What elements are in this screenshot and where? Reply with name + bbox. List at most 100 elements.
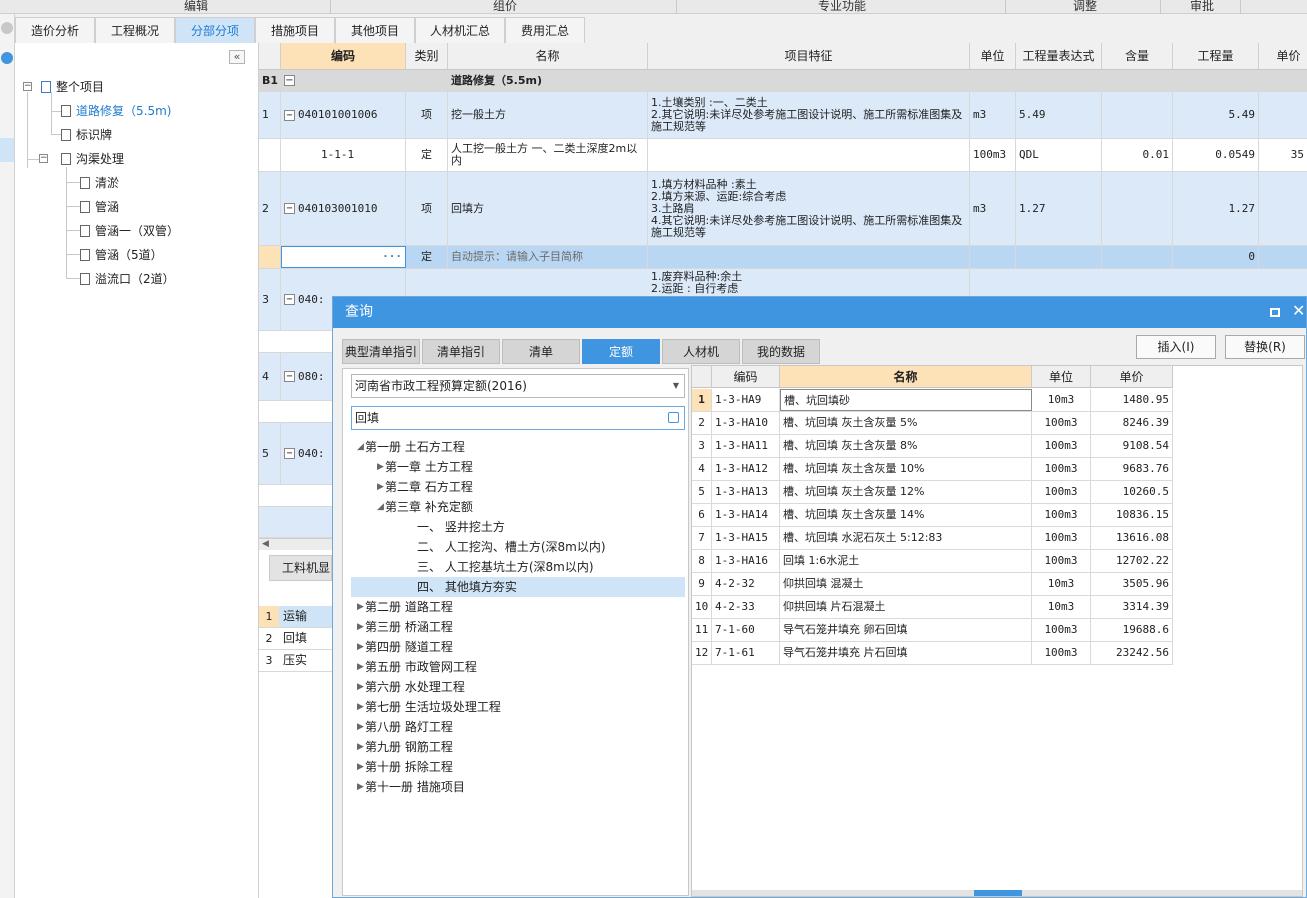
result-price[interactable]: 3314.39 <box>1091 596 1173 618</box>
result-unit[interactable]: 100m3 <box>1032 504 1091 526</box>
caret-right-icon[interactable]: ▶ <box>357 697 364 717</box>
results-scrollbar[interactable] <box>692 890 1302 896</box>
tab-my-data[interactable]: 我的数据 <box>742 339 820 364</box>
caret-expanded-icon[interactable]: ◢ <box>377 497 384 517</box>
result-code[interactable]: 4-2-33 <box>712 596 780 618</box>
check-circle-icon[interactable] <box>1 52 13 64</box>
category-item[interactable]: ▶ 第二章 石方工程 <box>351 477 685 497</box>
table-row[interactable]: 4 1-3-HA12 槽、坑回填 灰土含灰量 10% 100m3 9683.76 <box>692 458 1173 481</box>
caret-right-icon[interactable]: ▶ <box>357 597 364 617</box>
result-price[interactable]: 3505.96 <box>1091 573 1173 595</box>
result-name[interactable]: 槽、坑回填 灰土含灰量 10% <box>780 458 1032 480</box>
result-code[interactable]: 1-3-HA14 <box>712 504 780 526</box>
chevron-down-icon[interactable]: ▼ <box>673 375 679 397</box>
grid-header-quantity[interactable]: 工程量 <box>1173 43 1259 70</box>
result-name[interactable]: 导气石笼井填充 卵石回填 <box>780 619 1032 641</box>
result-unit[interactable]: 100m3 <box>1032 435 1091 457</box>
tab-cost-analysis[interactable]: 造价分析 <box>15 17 95 43</box>
tree-item-culvert-double[interactable]: 管涵一（双管） <box>80 221 179 241</box>
caret-right-icon[interactable]: ▶ <box>357 617 364 637</box>
tree-item-dredging[interactable]: 清淤 <box>80 173 119 193</box>
grid-header-feature[interactable]: 项目特征 <box>648 43 970 70</box>
table-row[interactable]: 5 1-3-HA13 槽、坑回填 灰土含灰量 12% 100m3 10260.5 <box>692 481 1173 504</box>
result-price[interactable]: 19688.6 <box>1091 619 1173 641</box>
search-input[interactable]: 回填 <box>351 406 685 430</box>
category-item[interactable]: ▶ 第六册 水处理工程 <box>351 677 685 697</box>
result-price[interactable]: 13616.08 <box>1091 527 1173 549</box>
close-icon[interactable]: ✕ <box>1292 301 1305 320</box>
expander-root[interactable]: − <box>23 82 32 91</box>
table-row[interactable]: 10 4-2-33 仰拱回填 片石混凝土 10m3 3314.39 <box>692 596 1173 619</box>
table-row[interactable]: 3 1-3-HA11 槽、坑回填 灰土含灰量 8% 100m3 9108.54 <box>692 435 1173 458</box>
table-row[interactable]: 12 7-1-61 导气石笼井填充 片石回填 100m3 23242.56 <box>692 642 1173 665</box>
caret-right-icon[interactable]: ▶ <box>357 637 364 657</box>
table-row[interactable]: 2 −040103001010 项 回填方 1.填方材料品种 :素土 2.填方来… <box>259 172 1307 246</box>
result-unit[interactable]: 10m3 <box>1032 596 1091 618</box>
result-unit[interactable]: 100m3 <box>1032 412 1091 434</box>
ellipsis-button[interactable]: ··· <box>382 251 402 263</box>
table-row[interactable]: 9 4-2-32 仰拱回填 混凝土 10m3 3505.96 <box>692 573 1173 596</box>
tab-quota[interactable]: 定额 <box>582 339 660 364</box>
category-item[interactable]: ▶ 第三册 桥涵工程 <box>351 617 685 637</box>
tree-item-ditch[interactable]: 沟渠处理 <box>61 149 124 169</box>
caret-right-icon[interactable]: ▶ <box>377 457 384 477</box>
quota-library-select[interactable]: 河南省市政工程预算定额(2016) ▼ <box>351 374 685 398</box>
collapse-icon[interactable]: − <box>284 109 295 121</box>
editing-row[interactable]: ··· 定 自动提示：请输入子目简称 0 <box>259 246 1307 269</box>
table-row[interactable]: 7 1-3-HA15 槽、坑回填 水泥石灰土 5:12:83 100m3 13616.0… <box>692 527 1173 550</box>
code-edit-input[interactable]: ··· <box>281 246 406 268</box>
tab-labor-material[interactable]: 人材机 <box>662 339 740 364</box>
result-price[interactable]: 1480.95 <box>1091 389 1173 411</box>
tab-list-guide[interactable]: 清单指引 <box>422 339 500 364</box>
tab-cost-summary[interactable]: 费用汇总 <box>505 17 585 43</box>
circle-icon[interactable] <box>1 22 13 34</box>
result-code[interactable]: 1-3-HA9 <box>712 389 780 411</box>
collapse-icon[interactable]: − <box>284 203 295 214</box>
caret-right-icon[interactable]: ▶ <box>357 777 364 797</box>
caret-right-icon[interactable]: ▶ <box>357 757 364 777</box>
grid-header-price[interactable]: 单价 <box>1259 43 1307 70</box>
result-name[interactable]: 回填 1:6水泥土 <box>780 550 1032 572</box>
grid-header-expression[interactable]: 工程量表达式 <box>1016 43 1102 70</box>
result-code[interactable]: 7-1-60 <box>712 619 780 641</box>
result-price[interactable]: 8246.39 <box>1091 412 1173 434</box>
result-name[interactable]: 槽、坑回填 水泥石灰土 5:12:83 <box>780 527 1032 549</box>
result-name[interactable]: 仰拱回填 片石混凝土 <box>780 596 1032 618</box>
caret-right-icon[interactable]: ▶ <box>357 737 364 757</box>
table-row[interactable]: 1-1-1 定 人工挖一般土方 一、二类土深度2m以内 100m3 QDL 0.… <box>259 139 1307 172</box>
horizontal-scrollbar[interactable]: ◀ <box>259 538 332 550</box>
table-row[interactable]: 11 7-1-60 导气石笼井填充 卵石回填 100m3 19688.6 <box>692 619 1173 642</box>
table-row[interactable]: 1 −040101001006 项 挖一般土方 1.土壤类别 :一、二类土 2.… <box>259 92 1307 139</box>
result-name[interactable]: 槽、坑回填 灰土含灰量 8% <box>780 435 1032 457</box>
results-header-unit[interactable]: 单位 <box>1032 366 1091 388</box>
collapse-icon[interactable]: − <box>284 75 295 86</box>
results-header-price[interactable]: 单价 <box>1091 366 1173 388</box>
category-item[interactable]: 一、 竖井挖土方 <box>351 517 685 537</box>
tree-item-culvert-5[interactable]: 管涵（5道） <box>80 245 163 265</box>
result-name[interactable]: 槽、坑回填 灰土含灰量 14% <box>780 504 1032 526</box>
result-name[interactable]: 槽、坑回填砂 <box>780 389 1032 411</box>
grid-header-unit[interactable]: 单位 <box>970 43 1016 70</box>
result-price[interactable]: 23242.56 <box>1091 642 1173 664</box>
collapse-icon[interactable]: − <box>284 294 295 305</box>
result-code[interactable]: 1-3-HA16 <box>712 550 780 572</box>
caret-expanded-icon[interactable]: ◢ <box>357 437 364 457</box>
tree-item-road-repair[interactable]: 道路修复（5.5m) <box>61 101 171 121</box>
caret-right-icon[interactable]: ▶ <box>357 657 364 677</box>
result-code[interactable]: 1-3-HA10 <box>712 412 780 434</box>
result-name[interactable]: 仰拱回填 混凝土 <box>780 573 1032 595</box>
category-item[interactable]: ▶ 第四册 隧道工程 <box>351 637 685 657</box>
caret-right-icon[interactable]: ▶ <box>357 677 364 697</box>
category-item[interactable]: ▶ 第十册 拆除工程 <box>351 757 685 777</box>
collapse-icon[interactable]: − <box>284 448 295 459</box>
tab-project-overview[interactable]: 工程概况 <box>95 17 175 43</box>
tab-other-items[interactable]: 其他项目 <box>335 17 415 43</box>
insert-button[interactable]: 插入(I) <box>1136 335 1216 359</box>
table-row[interactable]: 1 1-3-HA9 槽、坑回填砂 10m3 1480.95 <box>692 389 1173 412</box>
results-header-name[interactable]: 名称 <box>780 366 1032 388</box>
result-name[interactable]: 导气石笼井填充 片石回填 <box>780 642 1032 664</box>
result-unit[interactable]: 10m3 <box>1032 573 1091 595</box>
result-unit[interactable]: 10m3 <box>1032 389 1091 411</box>
list-item[interactable]: 3 压实 <box>259 650 332 672</box>
table-row[interactable]: 8 1-3-HA16 回填 1:6水泥土 100m3 12702.22 <box>692 550 1173 573</box>
